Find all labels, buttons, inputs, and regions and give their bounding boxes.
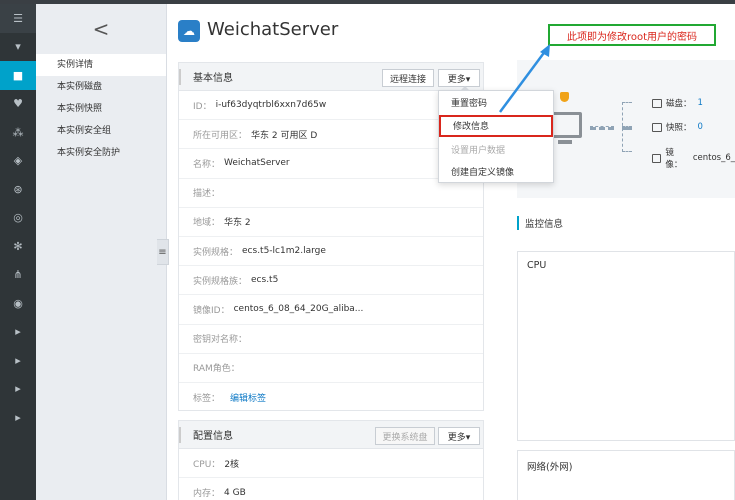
config-info-header: 配置信息 更换系统盘 更多▾: [179, 421, 483, 449]
subnav-item-disks[interactable]: 本实例磁盘: [36, 76, 166, 98]
info-row-ram-role: RAM角色：: [179, 354, 483, 383]
asterisk-icon[interactable]: ✻: [0, 232, 36, 261]
monitor-section-title: 监控信息: [517, 216, 563, 230]
row-label: ID：: [193, 101, 212, 112]
target-icon[interactable]: ⊛: [0, 175, 36, 204]
radar-icon[interactable]: ◎: [0, 204, 36, 233]
row-label: 所在可用区：: [193, 130, 248, 141]
config-info-panel: 配置信息 更换系统盘 更多▾ CPU： 2核 内存： 4 GB: [178, 420, 484, 500]
row-value: ecs.t5: [251, 275, 279, 286]
row-value: ecs.t5-lc1m2.large: [242, 246, 326, 257]
info-row-instance-family: 实例规格族： ecs.t5: [179, 266, 483, 296]
resource-image-value[interactable]: centos_6_: [693, 153, 735, 163]
tree-icon[interactable]: ⋔: [0, 261, 36, 290]
resource-snapshot-label: 快照：: [666, 123, 692, 133]
basic-info-title: 基本信息: [193, 73, 233, 84]
annotation-callout: 此项即为修改root用户的密码: [548, 24, 716, 46]
info-row-instance-type: 实例规格： ecs.t5-lc1m2.large: [179, 237, 483, 267]
subnav-item-security-protection[interactable]: 本实例安全防护: [36, 142, 166, 164]
info-row-image-id: 镜像ID： centos_6_08_64_20G_aliba...: [179, 295, 483, 325]
menu-icon[interactable]: ☰: [0, 4, 36, 33]
annotation-arrow-icon: [498, 44, 550, 113]
eye-icon[interactable]: ◉: [0, 289, 36, 318]
back-icon[interactable]: <: [36, 4, 166, 54]
row-label: 地域：: [193, 218, 221, 229]
row-label: CPU：: [193, 459, 221, 470]
config-info-title: 配置信息: [193, 431, 233, 442]
edit-tags-link[interactable]: 编辑标签: [230, 391, 266, 404]
chevron-right-icon[interactable]: ▸: [0, 375, 36, 404]
cpu-chart-box: CPU: [517, 251, 735, 441]
row-label: 镜像ID：: [193, 305, 230, 316]
row-value: 2核: [224, 459, 240, 470]
row-label: 描述：: [193, 189, 221, 200]
heart-icon[interactable]: ♥: [0, 90, 36, 119]
network-chart-box: 网络(外网): [517, 450, 735, 500]
resource-disk[interactable]: 磁盘： 1: [652, 97, 703, 109]
row-value: 华东 2: [224, 218, 251, 229]
storage-icon[interactable]: ◈: [0, 147, 36, 176]
instance-subnav: < 实例详情 本实例磁盘 本实例快照 本实例安全组 本实例安全防护: [36, 4, 167, 500]
info-row-keypair: 密钥对名称：: [179, 325, 483, 354]
connector-line: [590, 126, 614, 130]
camera-icon: [652, 122, 662, 132]
row-value: i-uf63dyqtrbl6xxn7d65w: [215, 100, 327, 111]
nodes-icon[interactable]: ⁂: [0, 118, 36, 147]
row-value: WeichatServer: [224, 158, 290, 169]
remote-connect-button[interactable]: 远程连接: [382, 69, 434, 87]
chevron-right-icon[interactable]: ▸: [0, 318, 36, 347]
change-system-disk-button[interactable]: 更换系统盘: [375, 427, 435, 445]
collapse-handle-icon[interactable]: ≡: [157, 239, 169, 265]
basic-info-header: 基本信息 远程连接 更多▾: [179, 63, 483, 91]
resource-disk-label: 磁盘：: [666, 99, 692, 109]
monitor-stand: [558, 140, 572, 144]
image-icon: [652, 153, 662, 163]
info-row-region: 地域： 华东 2: [179, 208, 483, 237]
chevron-right-icon[interactable]: ▸: [0, 346, 36, 375]
config-more-button[interactable]: 更多▾: [438, 427, 480, 445]
row-value: centos_6_08_64_20G_aliba...: [233, 304, 364, 315]
disk-icon: [652, 98, 662, 108]
row-label: 实例规格：: [193, 247, 239, 258]
dropdown-caret: [460, 86, 470, 91]
collapse-icon[interactable]: ▾: [0, 33, 36, 62]
row-label: RAM角色：: [193, 364, 240, 375]
chevron-right-icon[interactable]: ▸: [0, 403, 36, 432]
row-label: 内存：: [193, 489, 221, 500]
menu-item-set-user-data[interactable]: 设置用户数据: [439, 138, 553, 161]
cloud-icon: ☁: [178, 20, 200, 42]
row-label: 实例规格族：: [193, 276, 248, 287]
resource-snapshot-count[interactable]: 0: [698, 122, 703, 132]
cpu-chart-label: CPU: [527, 260, 547, 271]
more-button[interactable]: 更多▾: [438, 69, 480, 87]
connector-line: [622, 126, 632, 130]
shield-icon: [560, 92, 569, 102]
row-value: 华东 2 可用区 D: [251, 130, 318, 141]
info-row-tags: 标签： 编辑标签: [179, 383, 483, 412]
config-row-cpu: CPU： 2核: [179, 449, 483, 479]
config-row-memory: 内存： 4 GB: [179, 478, 483, 500]
resource-image[interactable]: 镜像： centos_6_: [652, 146, 735, 170]
page-title: WeichatServer: [207, 19, 339, 40]
menu-item-create-custom-image[interactable]: 创建自定义镜像: [439, 161, 553, 184]
row-label: 名称：: [193, 159, 221, 170]
network-chart-label: 网络(外网): [527, 462, 573, 473]
icon-rail: ☰ ▾ ■ ♥ ⁂ ◈ ⊛ ◎ ✻ ⋔ ◉ ▸ ▸ ▸ ▸: [0, 4, 36, 500]
row-value: 4 GB: [224, 487, 246, 498]
resource-image-label: 镜像：: [665, 148, 683, 170]
resource-disk-count[interactable]: 1: [698, 98, 703, 108]
subnav-item-instance-details[interactable]: 实例详情: [36, 54, 166, 76]
instance-icon[interactable]: ■: [0, 61, 36, 90]
resource-snapshot[interactable]: 快照： 0: [652, 121, 703, 133]
row-label: 标签：: [193, 393, 221, 404]
row-label: 密钥对名称：: [193, 335, 248, 346]
subnav-item-snapshots[interactable]: 本实例快照: [36, 98, 166, 120]
subnav-item-security-groups[interactable]: 本实例安全组: [36, 120, 166, 142]
